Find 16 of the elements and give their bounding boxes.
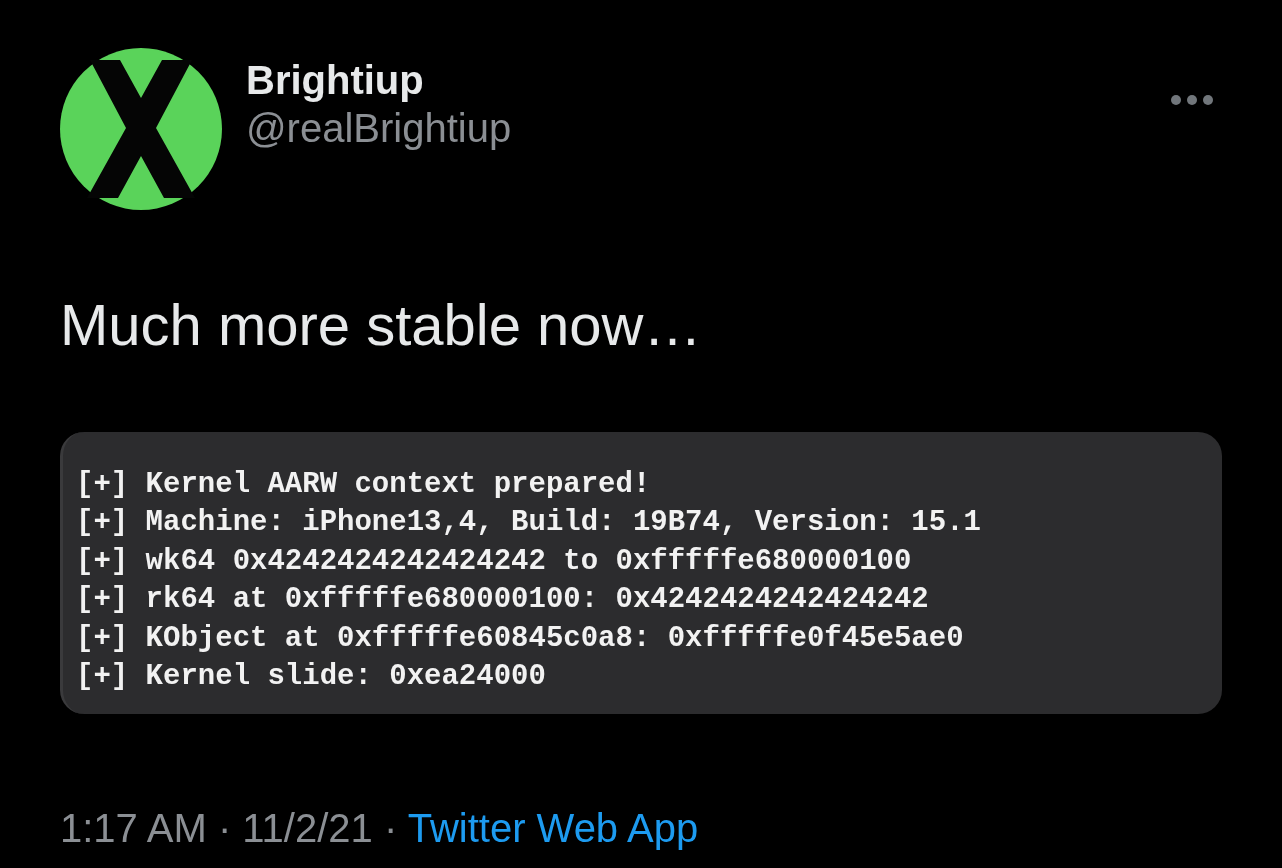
code-line: [+] Kernel slide: 0xea24000 (76, 659, 547, 696)
code-line: [+] Machine: iPhone13,4, Build: 19B74, Version: 15.1 (76, 505, 982, 542)
separator-dot: · (217, 805, 232, 850)
separator-dot: · (383, 805, 398, 850)
more-icon[interactable] (1170, 94, 1214, 106)
code-line: [+] wk64 0x4242424242424242 to 0xfffffe680000100 (76, 543, 913, 580)
post-date: 11/2/21 (242, 805, 373, 850)
tweet-text: Much more stable now… (60, 291, 703, 359)
code-line: [+] rk64 at 0xfffffe680000100: 0x4242424242424242 (76, 582, 930, 619)
code-line: [+] KObject at 0xfffffe60845c0a8: 0xfffffe0f45e5ae0 (76, 620, 965, 657)
code-line: [+] Kernel AARW context prepared! (76, 466, 652, 503)
user-handle[interactable]: @realBrightiup (246, 104, 1170, 152)
timestamp[interactable]: 1:17 AM (60, 805, 207, 850)
avatar[interactable] (60, 48, 222, 210)
source-link[interactable]: Twitter Web App (407, 805, 699, 850)
display-name[interactable]: Brightiup (246, 56, 1170, 104)
